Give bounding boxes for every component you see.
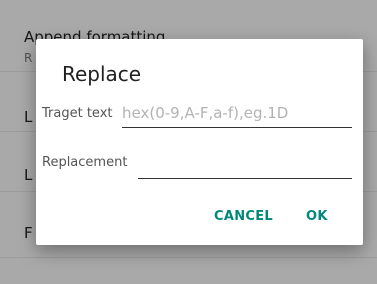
ok-button[interactable]: OK	[306, 209, 328, 224]
replacement-label: Replacement	[42, 155, 128, 170]
target-text-input[interactable]: hex(0-9,A-F,a-f),eg.1D	[122, 103, 352, 128]
cancel-button[interactable]: CANCEL	[214, 209, 273, 224]
replacement-input[interactable]	[138, 155, 352, 179]
dialog-title: Replace	[62, 62, 142, 86]
replace-dialog: Replace Traget text hex(0-9,A-F,a-f),eg.…	[36, 39, 363, 245]
target-text-label: Traget text	[42, 106, 113, 121]
target-text-placeholder: hex(0-9,A-F,a-f),eg.1D	[122, 104, 289, 122]
